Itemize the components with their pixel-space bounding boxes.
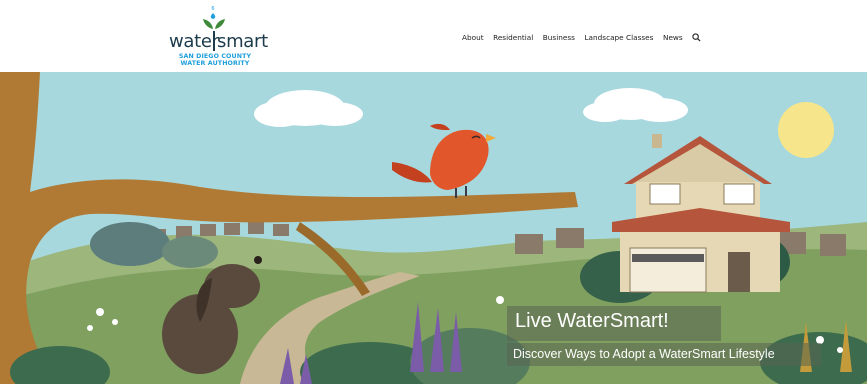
main-nav: About Residential Business Landscape Cla… [462, 31, 701, 43]
search-icon[interactable] [692, 32, 701, 42]
hero-banner[interactable]: Live WaterSmart! Discover Ways to Adopt … [0, 72, 867, 384]
svg-text:6: 6 [211, 6, 214, 12]
nav-residential[interactable]: Residential [493, 33, 533, 42]
tree-bush [90, 222, 170, 266]
nav-news[interactable]: News [663, 33, 683, 42]
watersmart-logo[interactable]: 6 water smart SAN DIEGO COUNTY WATER AUT… [160, 4, 270, 68]
logo-word-water: water [169, 31, 219, 52]
hero-subtitle[interactable]: Discover Ways to Adopt a WaterSmart Life… [513, 347, 775, 361]
hero-title[interactable]: Live WaterSmart! [515, 310, 669, 333]
nav-landscape-classes[interactable]: Landscape Classes [584, 33, 653, 42]
nav-business[interactable]: Business [543, 33, 575, 42]
sun [778, 102, 834, 158]
logo-subtitle-line2: WATER AUTHORITY [180, 60, 250, 67]
logo-divider [213, 31, 215, 51]
nav-about[interactable]: About [462, 33, 484, 42]
logo-word-smart: smart [217, 31, 268, 52]
logo-sprout-icon: 6 [203, 6, 225, 29]
hero-illustration [0, 72, 867, 384]
logo-subtitle-line1: SAN DIEGO COUNTY [178, 53, 252, 60]
site-header: 6 water smart SAN DIEGO COUNTY WATER AUT… [0, 0, 867, 72]
